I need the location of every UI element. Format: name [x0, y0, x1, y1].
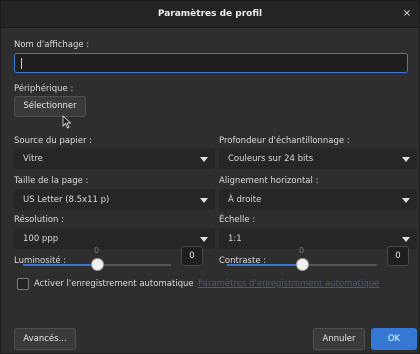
horizontal-alignment-label: Alignement horizontal :: [219, 176, 319, 186]
page-size-label: Taille de la page :: [14, 176, 89, 186]
horizontal-alignment-select[interactable]: À droite: [219, 189, 417, 210]
paper-source-select[interactable]: Vitre: [14, 148, 215, 169]
close-icon[interactable]: ×: [401, 8, 413, 20]
brightness-slider[interactable]: 0: [23, 246, 171, 275]
cancel-button[interactable]: Annuler: [313, 328, 365, 350]
auto-save-label[interactable]: Activer l'enregistrement automatique: [34, 279, 194, 289]
advanced-button[interactable]: Avancés...: [14, 328, 76, 350]
paper-source-value: Vitre: [23, 154, 43, 164]
chevron-down-icon: [200, 237, 208, 242]
text-caret: [21, 58, 22, 69]
brightness-value-field[interactable]: 0: [181, 246, 203, 266]
title-bar: Paramètres de profil ×: [1, 1, 419, 28]
chevron-down-icon: [402, 198, 410, 203]
contrast-value-field[interactable]: 0: [387, 246, 409, 266]
chevron-down-icon: [402, 157, 410, 162]
sample-depth-value: Couleurs sur 24 bits: [228, 154, 314, 164]
horizontal-alignment-value: À droite: [228, 195, 262, 205]
chevron-down-icon: [402, 237, 410, 242]
sample-depth-label: Profondeur d'échantillonnage :: [219, 136, 350, 146]
contrast-slider[interactable]: 0: [227, 246, 377, 275]
slider-thumb[interactable]: [91, 258, 104, 271]
ok-button[interactable]: OK: [371, 328, 417, 350]
slider-thumb[interactable]: [296, 258, 309, 271]
slider-value-label: 0: [94, 246, 100, 255]
paper-source-label: Source du papier :: [14, 136, 93, 146]
device-label: Périphérique :: [14, 84, 74, 94]
resolution-value: 100 ppp: [23, 234, 59, 244]
display-name-input[interactable]: [14, 53, 408, 73]
slider-value-label: 0: [299, 246, 305, 255]
mouse-pointer-icon: [62, 115, 72, 129]
page-size-select[interactable]: US Letter (8.5x11 p): [14, 189, 215, 210]
sample-depth-select[interactable]: Couleurs sur 24 bits: [219, 148, 417, 169]
resolution-label: Résolution :: [14, 215, 64, 225]
auto-save-checkbox[interactable]: [17, 278, 29, 290]
chevron-down-icon: [200, 157, 208, 162]
profile-settings-dialog: Paramètres de profil × Nom d'affichage :…: [0, 0, 420, 354]
scale-value: 1:1: [228, 234, 242, 244]
slider-fill: [23, 264, 97, 266]
scale-label: Échelle :: [219, 215, 256, 225]
slider-fill: [227, 264, 302, 266]
dialog-title: Paramètres de profil: [157, 9, 263, 19]
auto-save-settings-link[interactable]: Paramètres d'enregistrement automatique: [198, 279, 379, 289]
select-device-button[interactable]: Sélectionner: [14, 96, 86, 117]
display-name-label: Nom d'affichage :: [14, 40, 90, 50]
chevron-down-icon: [200, 198, 208, 203]
page-size-value: US Letter (8.5x11 p): [23, 195, 110, 205]
